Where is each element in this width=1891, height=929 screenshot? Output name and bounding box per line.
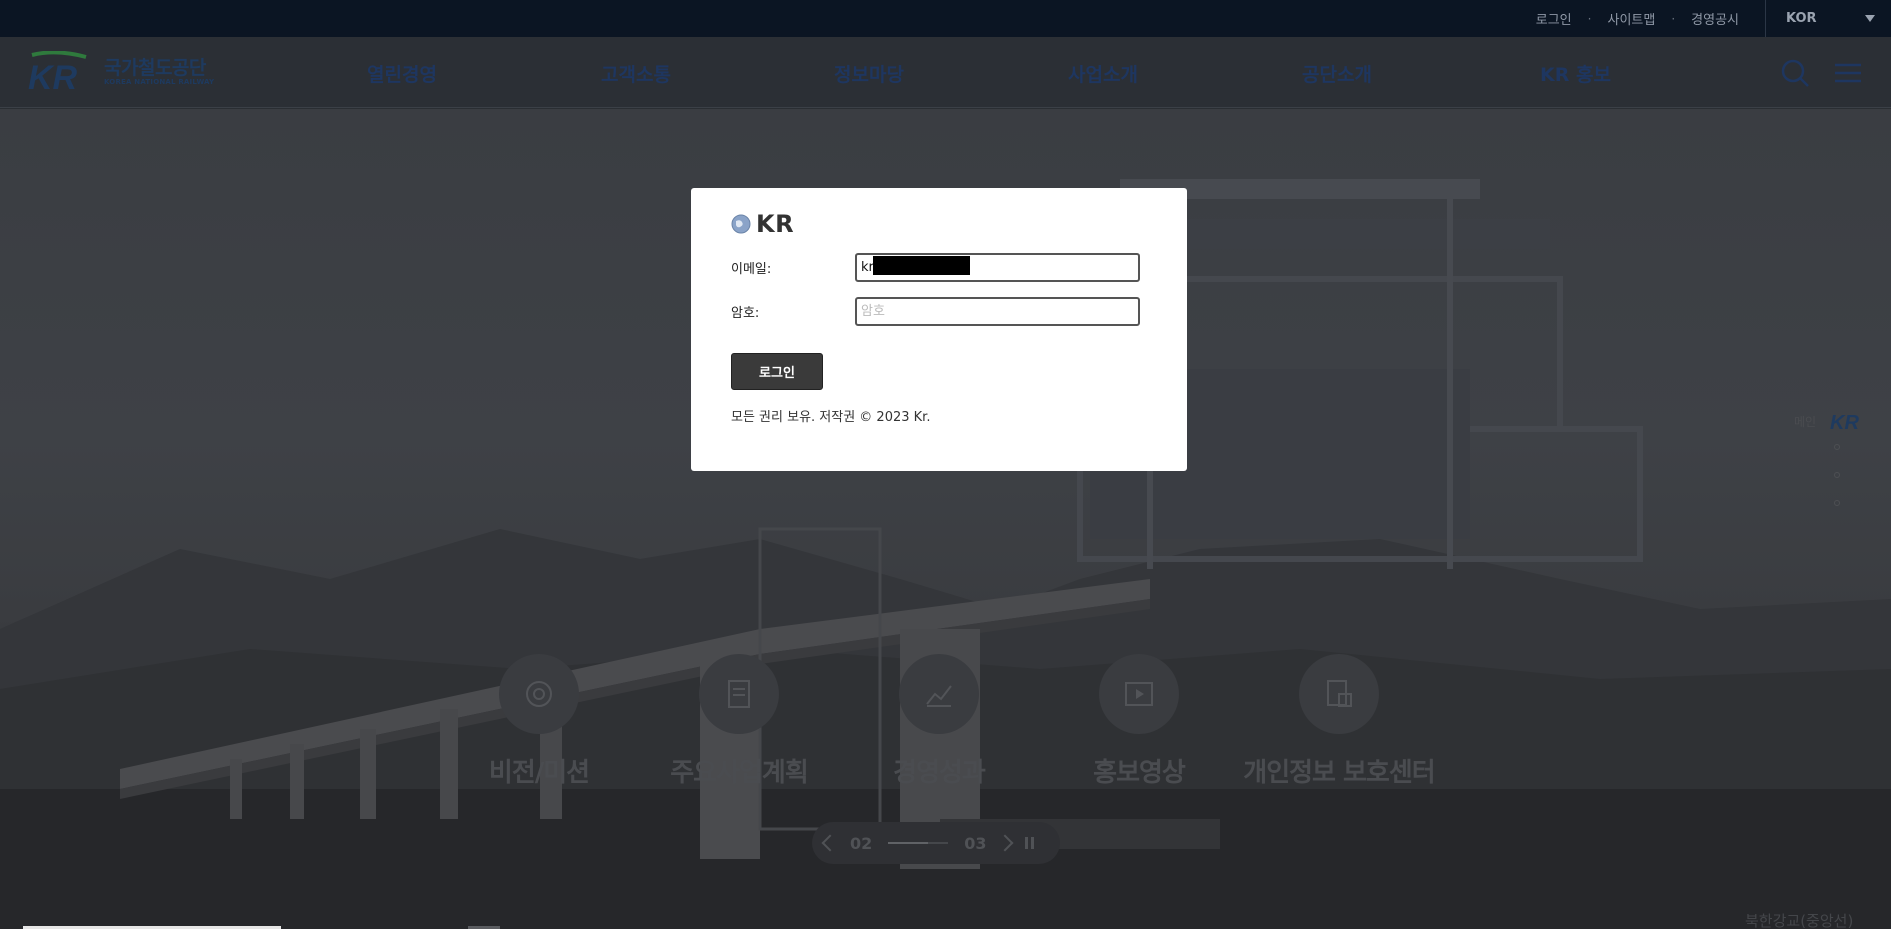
target-icon — [499, 654, 579, 734]
quick-link-label: 개인정보 보호센터 — [1243, 758, 1435, 788]
logo-korean-name: 국가철도공단 — [104, 57, 206, 79]
quick-link-privacy-center[interactable]: 개인정보 보호센터 — [1239, 654, 1439, 789]
chart-icon — [899, 654, 979, 734]
document-icon — [699, 654, 779, 734]
chevron-left-icon[interactable] — [821, 834, 839, 852]
kr-mini-logo-icon: KR — [1830, 412, 1859, 432]
nav-business[interactable]: 사업소개 — [1068, 60, 1138, 87]
utility-links: 로그인 · 사이트맵 · 경영공시 — [1530, 0, 1745, 37]
chevron-right-icon[interactable] — [996, 834, 1014, 852]
quick-link-label: 경영성과 — [893, 758, 986, 788]
side-pager-main-label[interactable]: 메인 — [1794, 413, 1816, 430]
globe-icon — [731, 214, 751, 234]
quick-link-label: 홍보영상 — [1093, 758, 1186, 788]
quick-link-video[interactable]: 홍보영상 — [1039, 654, 1239, 789]
modal-brand: KR — [731, 210, 794, 238]
separator-dot: · — [1671, 11, 1676, 26]
language-select[interactable]: KOR — [1765, 0, 1891, 37]
quick-link-business-plan[interactable]: 주요사업계획 — [639, 654, 839, 789]
password-field[interactable] — [855, 297, 1140, 326]
video-play-icon — [1099, 654, 1179, 734]
pager-dot[interactable] — [1834, 444, 1840, 450]
pause-icon[interactable] — [1024, 837, 1034, 849]
nav-kr-pr[interactable]: KR 홍보 — [1540, 60, 1611, 87]
top-utility-bar: 로그인 · 사이트맵 · 경영공시 KOR — [0, 0, 1891, 37]
site-logo[interactable]: KR 국가철도공단 KOREA NATIONAL RAILWAY — [26, 51, 216, 93]
quick-link-label: 비전/미션 — [488, 758, 590, 788]
login-modal: KR 이메일: 암호: 로그인 모든 권리 보유. 저작권 © 2023 Kr. — [691, 188, 1187, 471]
caret-down-icon — [1865, 15, 1875, 22]
nav-customer-communication[interactable]: 고객소통 — [601, 60, 671, 87]
slide-progress — [888, 842, 949, 844]
password-label: 암호: — [731, 306, 760, 321]
language-label: KOR — [1786, 11, 1817, 26]
slide-controls: 02 03 — [812, 822, 1060, 864]
quick-link-vision[interactable]: 비전/미션 — [439, 654, 639, 789]
separator-dot: · — [1587, 11, 1592, 26]
slide-current: 02 — [850, 833, 873, 853]
nav-information[interactable]: 정보마당 — [834, 60, 904, 87]
main-header: KR 국가철도공단 KOREA NATIONAL RAILWAY 열린경영 고객… — [0, 37, 1891, 108]
copyright-text: 모든 권리 보유. 저작권 © 2023 Kr. — [731, 410, 931, 425]
email-label: 이메일: — [731, 262, 772, 277]
pager-dot[interactable] — [1834, 472, 1840, 478]
modal-brand-text: KR — [756, 210, 795, 238]
svg-text:KR: KR — [1830, 412, 1859, 432]
logo-english-name: KOREA NATIONAL RAILWAY — [104, 78, 215, 86]
nav-open-management[interactable]: 열린경영 — [367, 60, 437, 87]
redacted-block — [873, 256, 970, 275]
kr-logo-mark-icon: KR — [28, 51, 87, 93]
lock-document-icon — [1299, 654, 1379, 734]
slide-progress-fill — [888, 842, 928, 844]
sitemap-link[interactable]: 사이트맵 — [1601, 9, 1661, 28]
disclosure-link[interactable]: 경영공시 — [1685, 9, 1745, 28]
svg-text:KR: KR — [28, 59, 78, 93]
login-button[interactable]: 로그인 — [731, 353, 823, 390]
slide-next: 03 — [964, 833, 987, 853]
search-icon[interactable] — [1779, 57, 1811, 89]
quick-link-label: 주요사업계획 — [670, 758, 809, 788]
photo-caption: 북한강교(중앙선) — [1745, 912, 1854, 929]
quick-link-performance[interactable]: 경영성과 — [839, 654, 1039, 789]
menu-icon[interactable] — [1832, 57, 1864, 89]
login-link[interactable]: 로그인 — [1530, 9, 1578, 28]
nav-about[interactable]: 공단소개 — [1302, 60, 1372, 87]
pager-dot[interactable] — [1834, 500, 1840, 506]
